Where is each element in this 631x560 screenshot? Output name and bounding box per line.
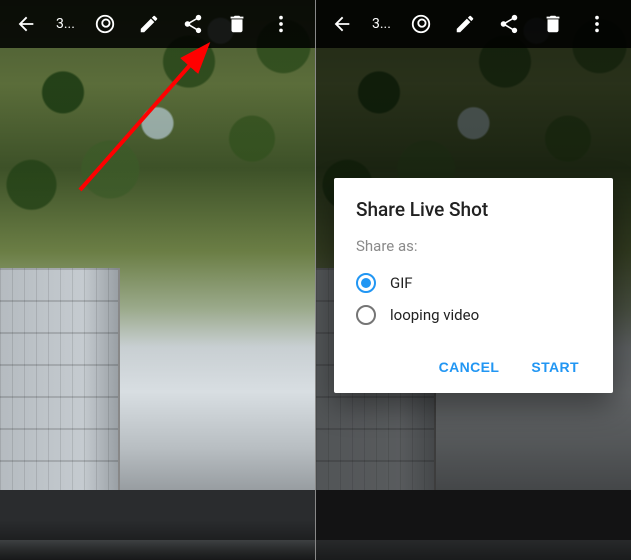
share-icon (182, 13, 204, 35)
liveshot-button[interactable] (401, 4, 441, 44)
liveshot-button[interactable] (85, 4, 125, 44)
right-screen: 3... Share Live Shot Share as: GIF loopi… (316, 0, 631, 560)
dialog-actions: CANCEL START (356, 349, 591, 385)
radio-icon (356, 273, 376, 293)
counter-label: 3... (366, 16, 397, 32)
radio-option-looping-video[interactable]: looping video (356, 299, 591, 331)
pencil-icon (454, 13, 476, 35)
photo-background (0, 0, 315, 560)
spiral-icon (410, 13, 432, 35)
start-button[interactable]: START (519, 349, 591, 385)
overflow-button[interactable] (261, 4, 301, 44)
back-button[interactable] (322, 4, 362, 44)
radio-label: looping video (390, 306, 479, 324)
edit-button[interactable] (129, 4, 169, 44)
more-vert-icon (586, 13, 608, 35)
trash-icon (226, 13, 248, 35)
overflow-button[interactable] (577, 4, 617, 44)
more-vert-icon (270, 13, 292, 35)
counter-label: 3... (50, 16, 81, 32)
top-toolbar: 3... (316, 0, 631, 48)
dialog-title: Share Live Shot (356, 198, 591, 221)
cancel-button[interactable]: CANCEL (427, 349, 512, 385)
dialog-subhead: Share as: (356, 237, 591, 255)
radio-label: GIF (390, 274, 413, 292)
trash-icon (542, 13, 564, 35)
top-toolbar: 3... (0, 0, 315, 48)
pencil-icon (138, 13, 160, 35)
spiral-icon (94, 13, 116, 35)
delete-button[interactable] (533, 4, 573, 44)
arrow-left-icon (331, 13, 353, 35)
arrow-left-icon (15, 13, 37, 35)
share-button[interactable] (489, 4, 529, 44)
delete-button[interactable] (217, 4, 257, 44)
radio-icon (356, 305, 376, 325)
share-icon (498, 13, 520, 35)
share-button[interactable] (173, 4, 213, 44)
back-button[interactable] (6, 4, 46, 44)
edit-button[interactable] (445, 4, 485, 44)
bottom-gradient (0, 520, 315, 560)
left-screen: 3... (0, 0, 315, 560)
radio-option-gif[interactable]: GIF (356, 267, 591, 299)
share-dialog: Share Live Shot Share as: GIF looping vi… (334, 178, 613, 393)
